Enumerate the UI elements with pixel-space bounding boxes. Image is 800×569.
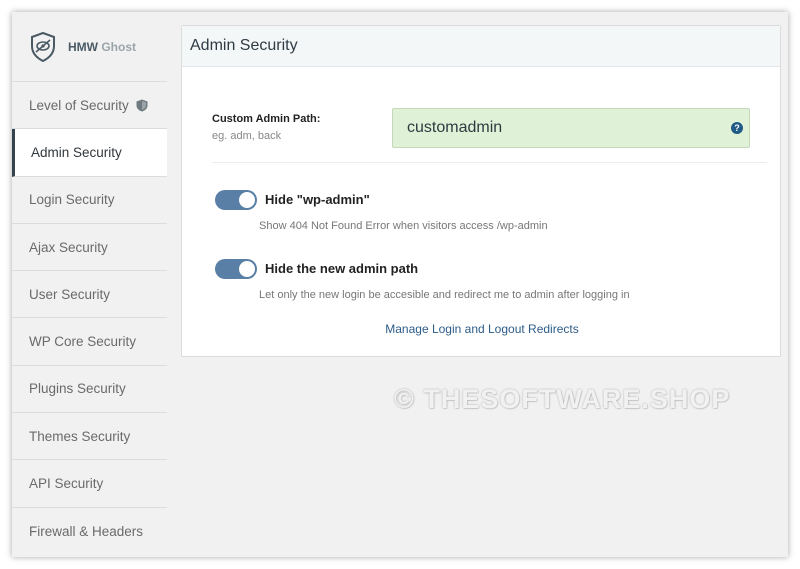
card-title: Admin Security <box>182 26 780 67</box>
sidebar-item-level-of-security[interactable]: Level of Security <box>12 82 167 130</box>
custom-admin-path-value: customadmin <box>407 119 503 136</box>
brand-name-light: Ghost <box>101 39 137 54</box>
sidebar: HMW Ghost Level of Security Admin Securi… <box>12 12 167 557</box>
sidebar-item-themes-security[interactable]: Themes Security <box>12 413 167 461</box>
sidebar-item-user-security[interactable]: User Security <box>12 271 167 319</box>
sidebar-item-plugins-security[interactable]: Plugins Security <box>12 366 167 414</box>
custom-admin-path-row: Custom Admin Path: eg. adm, back customa… <box>212 108 767 163</box>
sidebar-item-ajax-security[interactable]: Ajax Security <box>12 224 167 272</box>
custom-admin-path-hint: eg. adm, back <box>212 130 282 142</box>
hide-new-admin-path-toggle[interactable] <box>215 259 257 279</box>
brand: HMW Ghost <box>12 12 167 82</box>
hide-wp-admin-description: Show 404 Not Found Error when visitors a… <box>259 220 548 232</box>
help-icon[interactable]: ? <box>731 122 743 134</box>
sidebar-item-label: User Security <box>29 286 111 302</box>
sidebar-item-label: Themes Security <box>29 428 131 444</box>
shield-icon <box>136 99 148 112</box>
manage-redirects-link[interactable]: Manage Login and Logout Redirects <box>182 322 782 336</box>
sidebar-item-firewall-headers[interactable]: Firewall & Headers <box>12 508 167 555</box>
custom-admin-path-input[interactable]: customadmin ? <box>392 108 750 148</box>
app-frame: HMW Ghost Level of Security Admin Securi… <box>12 12 788 557</box>
sidebar-item-label: Plugins Security <box>29 381 126 397</box>
hide-new-admin-path-description: Let only the new login be accesible and … <box>259 289 630 301</box>
brand-name: HMW Ghost <box>68 40 136 54</box>
sidebar-item-label: WP Core Security <box>29 334 137 350</box>
hide-new-admin-path-title: Hide the new admin path <box>265 261 419 276</box>
toggle-knob <box>239 261 255 277</box>
sidebar-item-label: Login Security <box>29 192 115 208</box>
sidebar-item-label: Ajax Security <box>29 239 108 255</box>
hide-wp-admin-toggle[interactable] <box>215 190 257 210</box>
toggle-knob <box>239 192 255 208</box>
sidebar-item-wp-core-security[interactable]: WP Core Security <box>12 318 167 366</box>
admin-security-card: Admin Security Custom Admin Path: eg. ad… <box>181 25 781 357</box>
brand-name-main: HMW <box>68 39 98 54</box>
watermark: © THESOFTWARE.SHOP <box>394 384 731 414</box>
sidebar-item-label: Firewall & Headers <box>29 523 144 539</box>
custom-admin-path-label: Custom Admin Path: <box>212 113 321 125</box>
sidebar-item-label: API Security <box>29 476 104 492</box>
sidebar-item-admin-security[interactable]: Admin Security <box>12 129 167 177</box>
ghost-shield-logo-icon <box>28 30 58 64</box>
sidebar-item-login-security[interactable]: Login Security <box>12 177 167 224</box>
sidebar-item-label: Level of Security <box>29 97 129 113</box>
main-content: Admin Security Custom Admin Path: eg. ad… <box>167 12 788 557</box>
sidebar-item-label: Admin Security <box>31 144 122 160</box>
hide-wp-admin-title: Hide "wp-admin" <box>265 192 370 207</box>
sidebar-item-api-security[interactable]: API Security <box>12 460 167 508</box>
